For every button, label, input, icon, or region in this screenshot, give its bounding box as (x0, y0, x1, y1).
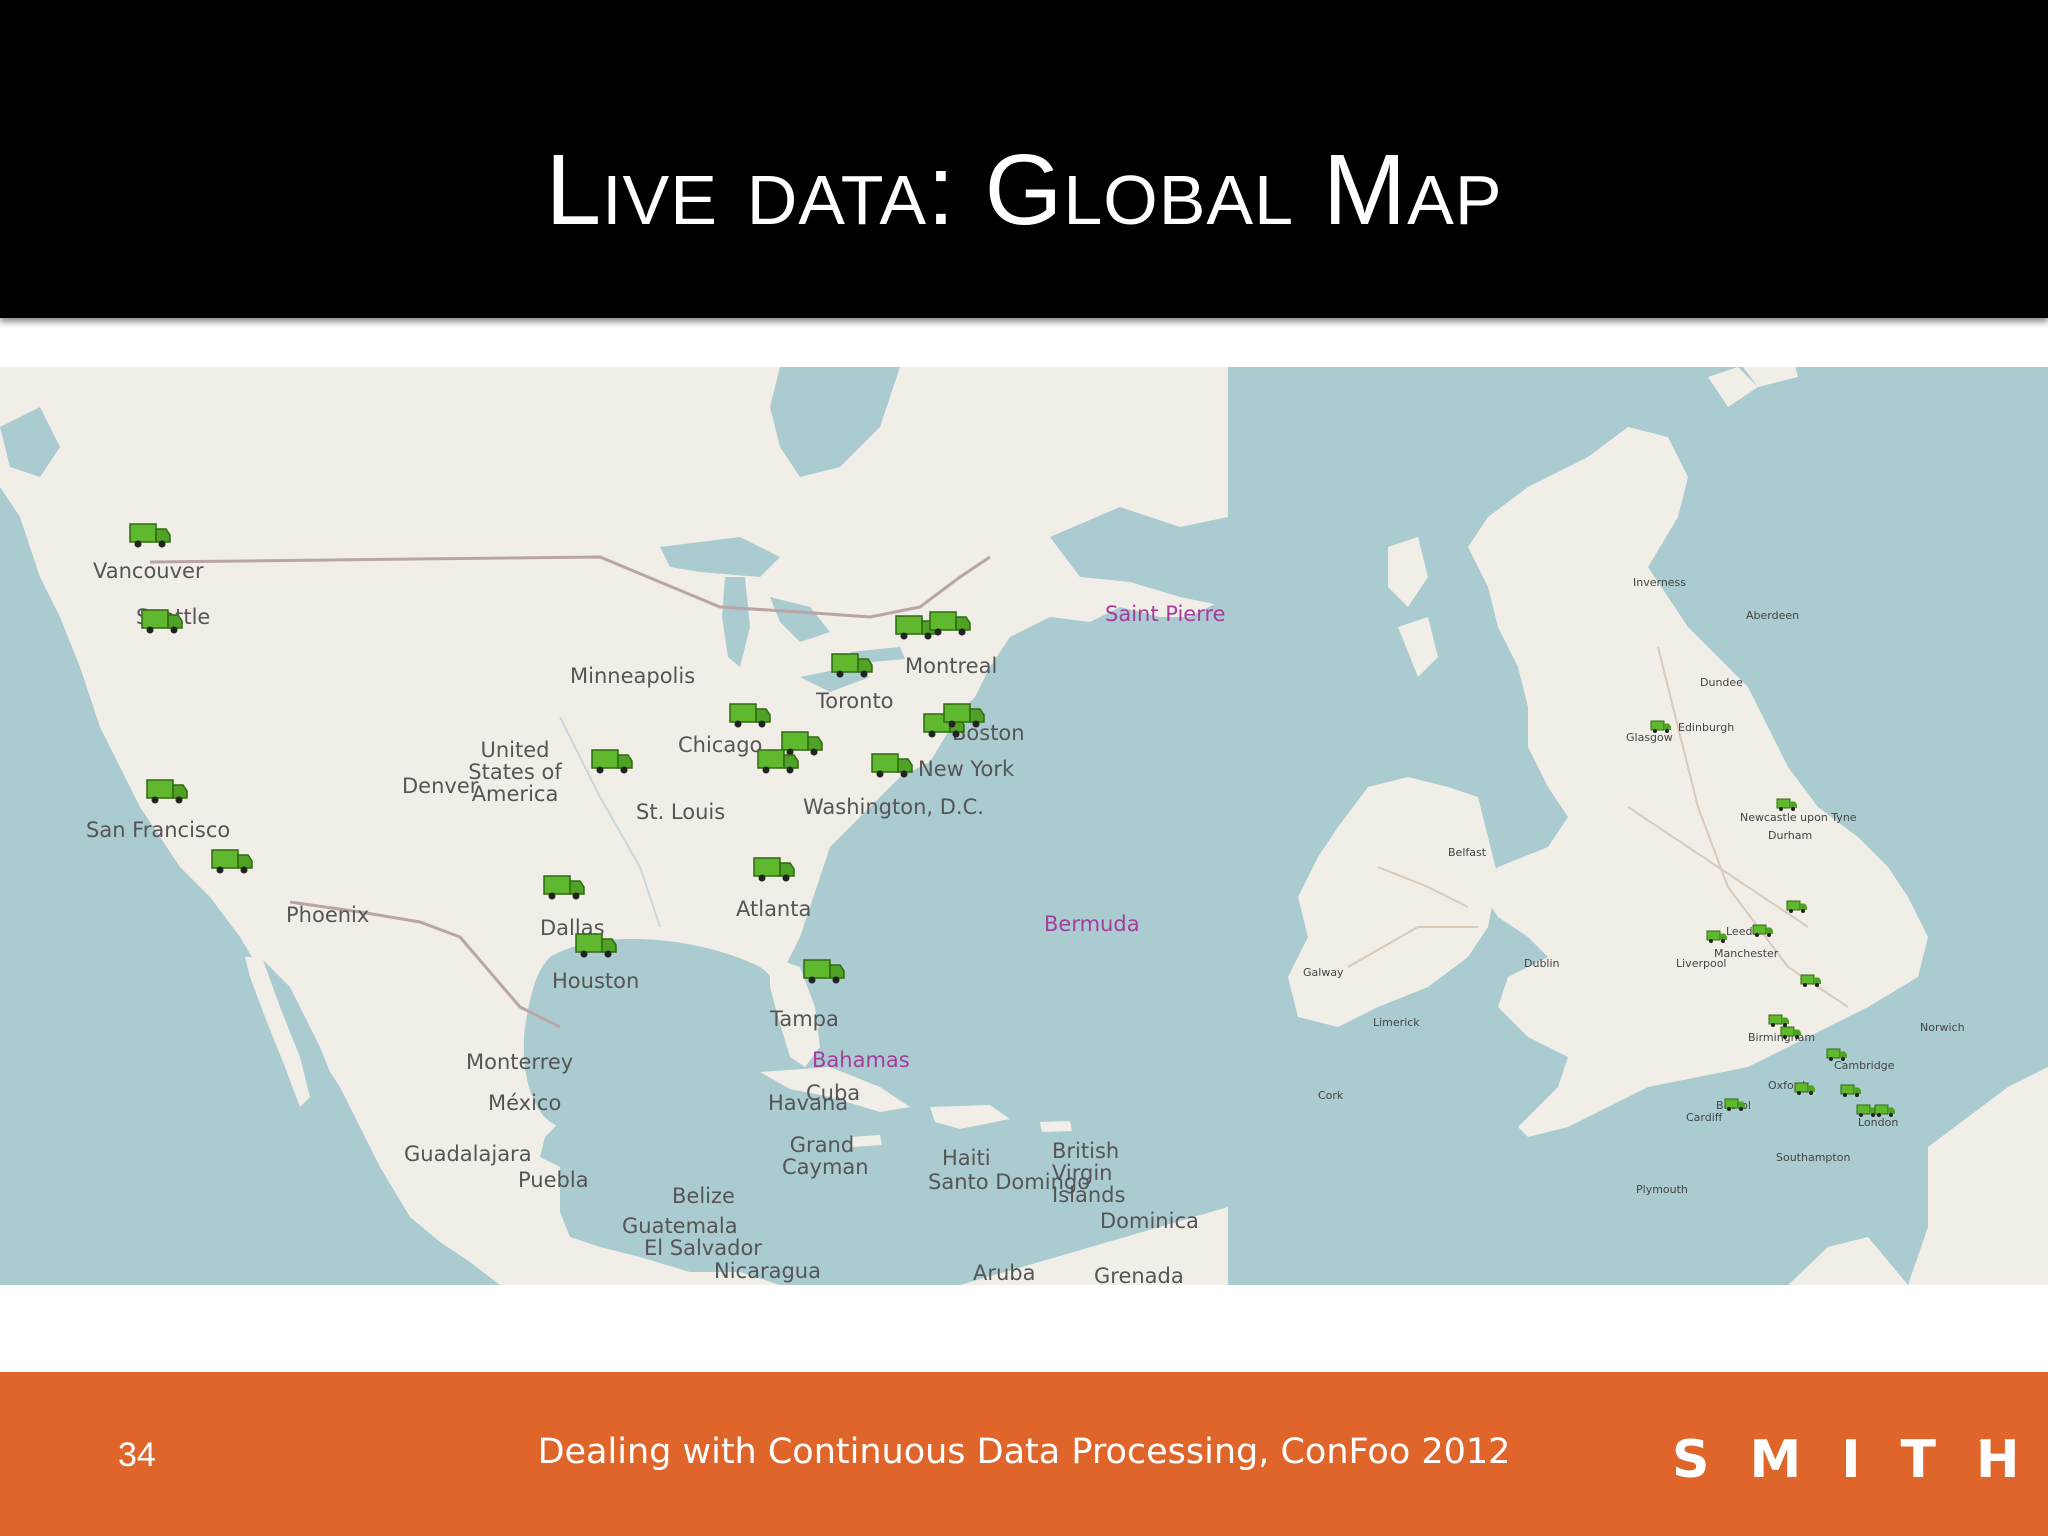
truck-icon[interactable] (830, 651, 874, 679)
water-label: Bermuda (1044, 912, 1140, 936)
place-label: Montreal (905, 654, 998, 678)
place-label: Phoenix (286, 903, 370, 927)
place-label: Grenada (1094, 1264, 1184, 1285)
place-label: Monterrey (466, 1050, 574, 1074)
place-label: Atlanta (736, 897, 812, 921)
place-label: Haiti (942, 1146, 991, 1170)
water-label: Bahamas (812, 1048, 910, 1072)
place-label: Inverness (1633, 576, 1687, 589)
place-label: Cork (1318, 1089, 1344, 1102)
place-label: Toronto (816, 689, 894, 713)
truck-icon[interactable] (574, 931, 618, 959)
truck-icon[interactable] (1794, 1081, 1816, 1096)
place-label: Cuba (806, 1081, 861, 1105)
place-label: Galway (1303, 966, 1344, 979)
place-label: El Salvador (644, 1236, 762, 1260)
place-label: Plymouth (1636, 1183, 1688, 1196)
slide-footer: 34 Dealing with Continuous Data Processi… (0, 1372, 2048, 1536)
trademark-symbol: ™ (1978, 1438, 1990, 1452)
place-label: Guatemala (622, 1214, 738, 1238)
place-label: St. Louis (636, 800, 726, 824)
truck-icon[interactable] (1650, 719, 1672, 734)
place-label: Grand Cayman (782, 1133, 869, 1179)
truck-icon[interactable] (1752, 923, 1774, 938)
truck-icon[interactable] (928, 609, 972, 637)
truck-icon[interactable] (802, 957, 846, 985)
place-label: Vancouver (93, 559, 204, 583)
place-label: Edinburgh (1678, 721, 1735, 734)
truck-icon[interactable] (1724, 1097, 1746, 1112)
place-label: Tampa (770, 1007, 839, 1031)
truck-icon[interactable] (1780, 1025, 1802, 1040)
truck-icon[interactable] (1874, 1103, 1896, 1118)
slide-header: Live data: Global Map (0, 0, 2048, 318)
place-label: México (488, 1091, 562, 1115)
place-label: New York (918, 757, 1015, 781)
water-label: Saint Pierre (1105, 602, 1226, 626)
place-label: Houston (552, 969, 640, 993)
place-label: Aruba (973, 1261, 1036, 1285)
truck-icon[interactable] (752, 855, 796, 883)
place-label: Limerick (1373, 1016, 1420, 1029)
slide-title: Live data: Global Map (545, 134, 1503, 246)
place-label: San Francisco (86, 818, 231, 842)
place-label: Puebla (518, 1168, 589, 1192)
place-label: Nicaragua (714, 1259, 821, 1283)
truck-icon[interactable] (140, 607, 184, 635)
uk-ireland-map[interactable]: Inverness Aberdeen Dundee Edinburgh Glas… (1228, 367, 2048, 1285)
brand-logo: SMITH (1672, 1430, 2048, 1490)
truck-icon[interactable] (942, 701, 986, 729)
place-label: Denver (402, 774, 479, 798)
place-label: Belize (672, 1184, 735, 1208)
truck-icon[interactable] (590, 747, 634, 775)
truck-icon[interactable] (145, 777, 189, 805)
truck-icon[interactable] (1800, 973, 1822, 988)
place-label: Chicago (678, 733, 763, 757)
truck-icon[interactable] (728, 701, 772, 729)
truck-icon[interactable] (756, 747, 800, 775)
north-america-map[interactable]: Vancouver Seattle Minneapolis Chicago To… (0, 367, 1228, 1285)
place-label: Norwich (1920, 1021, 1965, 1034)
place-label: Aberdeen (1746, 609, 1800, 622)
truck-icon[interactable] (1786, 899, 1808, 914)
truck-icon[interactable] (128, 521, 172, 549)
place-label: Washington, D.C. (803, 795, 984, 819)
truck-icon[interactable] (1706, 929, 1728, 944)
place-label: Dominica (1100, 1209, 1199, 1233)
truck-icon[interactable] (1776, 797, 1798, 812)
uk-ireland-map-base (1228, 367, 2048, 1285)
truck-icon[interactable] (1840, 1083, 1862, 1098)
truck-icon[interactable] (870, 751, 914, 779)
place-label: Durham (1768, 829, 1813, 842)
truck-icon[interactable] (542, 873, 586, 901)
place-label: Liverpool (1676, 957, 1727, 970)
truck-icon[interactable] (1826, 1047, 1848, 1062)
truck-icon[interactable] (210, 847, 254, 875)
place-label: Minneapolis (570, 664, 696, 688)
place-label: Belfast (1448, 846, 1487, 859)
place-label: British Virgin Islands (1052, 1139, 1126, 1207)
place-label: Southampton (1776, 1151, 1851, 1164)
place-label: Dublin (1524, 957, 1560, 970)
place-label: Dundee (1700, 676, 1743, 689)
place-label: Guadalajara (404, 1142, 532, 1166)
